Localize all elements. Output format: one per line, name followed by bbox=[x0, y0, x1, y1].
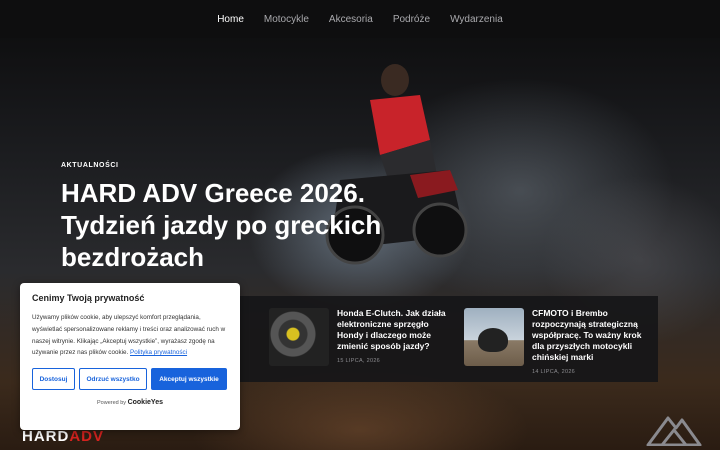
news-thumbnail[interactable] bbox=[269, 308, 329, 366]
powered-by: Powered by CookieYes bbox=[32, 399, 228, 406]
privacy-policy-link[interactable]: Polityka prywatności bbox=[130, 349, 187, 356]
logo-text-hard: HARD bbox=[22, 428, 70, 445]
cookieyes-brand[interactable]: CookieYes bbox=[128, 399, 163, 406]
hero-category[interactable]: AKTUALNOŚCI bbox=[61, 162, 119, 169]
news-title[interactable]: CFMOTO i Brembo rozpoczynają strategiczn… bbox=[532, 308, 649, 363]
news-card[interactable]: Honda E-Clutch. Jak działa elektroniczne… bbox=[269, 308, 454, 368]
news-strip: Honda E-Clutch. Jak działa elektroniczne… bbox=[240, 296, 658, 382]
top-navigation: Home Motocykle Akcesoria Podróże Wydarze… bbox=[0, 0, 720, 38]
news-thumbnail[interactable] bbox=[464, 308, 524, 366]
cookie-button-row: Dostosuj Odrzuć wszystko Akceptuj wszyst… bbox=[32, 368, 228, 391]
powered-prefix: Powered by bbox=[97, 400, 127, 407]
news-date: 15 LIPCA, 2026 bbox=[337, 358, 381, 364]
logo-text-adv: ADV bbox=[69, 428, 105, 445]
cookie-consent-banner: Cenimy Twoją prywatność Używamy plików c… bbox=[20, 283, 240, 430]
nav-item-motocykle[interactable]: Motocykle bbox=[264, 14, 309, 25]
hero-title[interactable]: HARD ADV Greece 2026. Tydzień jazdy po g… bbox=[61, 177, 461, 273]
site-logo[interactable]: HARDADV bbox=[22, 428, 104, 445]
cookie-description: Używamy plików cookie, aby ulepszyć komf… bbox=[32, 312, 228, 359]
news-card[interactable]: CFMOTO i Brembo rozpoczynają strategiczn… bbox=[464, 308, 649, 375]
cookie-title: Cenimy Twoją prywatność bbox=[32, 293, 145, 303]
nav-item-wydarzenia[interactable]: Wydarzenia bbox=[450, 14, 503, 25]
news-date: 14 LIPCA, 2026 bbox=[532, 369, 576, 375]
reject-all-button[interactable]: Odrzuć wszystko bbox=[79, 368, 147, 391]
mountain-logo-icon bbox=[646, 416, 702, 446]
nav-item-home[interactable]: Home bbox=[217, 14, 244, 25]
customize-button[interactable]: Dostosuj bbox=[32, 368, 75, 391]
accept-all-button[interactable]: Akceptuj wszystkie bbox=[151, 368, 227, 391]
nav-item-podroze[interactable]: Podróże bbox=[393, 14, 430, 25]
nav-item-akcesoria[interactable]: Akcesoria bbox=[329, 14, 373, 25]
cookie-text: Używamy plików cookie, aby ulepszyć komf… bbox=[32, 314, 226, 357]
news-title[interactable]: Honda E-Clutch. Jak działa elektroniczne… bbox=[337, 308, 454, 352]
